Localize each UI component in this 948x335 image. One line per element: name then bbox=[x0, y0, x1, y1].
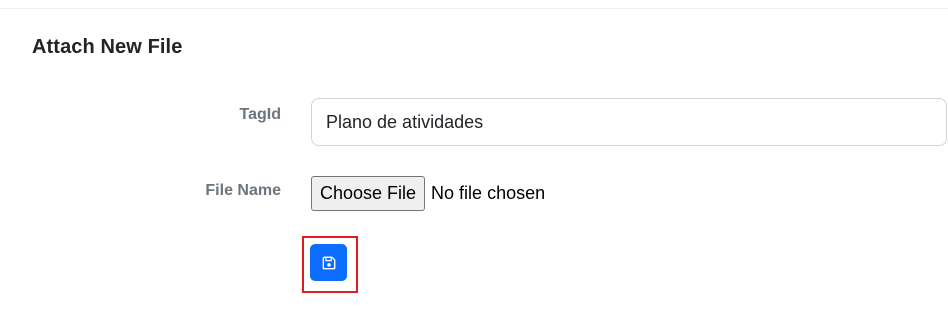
file-status-text: No file chosen bbox=[431, 183, 546, 203]
tagid-label: TagId bbox=[239, 106, 281, 123]
file-input[interactable]: Choose File No file chosen bbox=[311, 176, 545, 211]
tagid-input[interactable] bbox=[311, 98, 947, 146]
file-name-label: File Name bbox=[205, 182, 281, 199]
page-title: Attach New File bbox=[32, 36, 183, 58]
choose-file-button[interactable]: Choose File bbox=[311, 176, 426, 211]
top-divider bbox=[0, 8, 948, 9]
attach-file-page: Attach New File TagId File Name Choose F… bbox=[0, 0, 948, 335]
floppy-disk-icon bbox=[322, 256, 336, 270]
save-button[interactable] bbox=[310, 244, 347, 281]
